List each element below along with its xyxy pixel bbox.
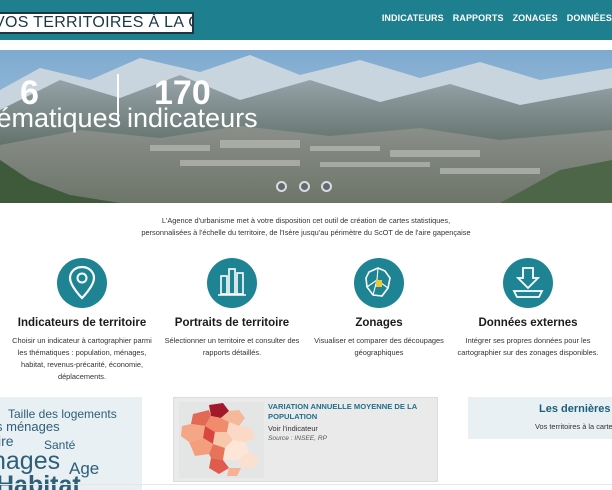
feature-portraits[interactable]: Portraits de territoire Sélectionner un … xyxy=(157,258,307,359)
feature-zonages[interactable]: Zonages Visualiser et comparer des décou… xyxy=(304,258,454,359)
site-logo[interactable]: VOS TERRITOIRES À LA CARTE xyxy=(0,12,194,34)
carousel-dot-2[interactable] xyxy=(299,181,310,192)
feature-icon-circle xyxy=(57,258,107,308)
site-logo-text: VOS TERRITOIRES À LA CARTE xyxy=(0,14,192,31)
theme-word-cloud: Taille des logements s ménages ire Santé… xyxy=(0,397,142,490)
carousel-dot-3[interactable] xyxy=(321,181,332,192)
main-nav: INDICATEURS RAPPORTS ZONAGES DONNÉES xyxy=(382,13,612,23)
nav-zonages[interactable]: ZONAGES xyxy=(513,13,558,23)
latest-news-subtitle[interactable]: Vos territoires à la carte, xyxy=(535,422,612,431)
bottom-divider xyxy=(0,484,612,485)
nav-rapports[interactable]: RAPPORTS xyxy=(453,13,504,23)
featured-indicator-card[interactable]: VARIATION ANNUELLE MOYENNE DE LA POPULAT… xyxy=(173,397,438,482)
nav-indicateurs[interactable]: INDICATEURS xyxy=(382,13,444,23)
feature-icon-circle xyxy=(207,258,257,308)
carousel-dot-1[interactable] xyxy=(276,181,287,192)
cloud-word[interactable]: Habitat xyxy=(0,471,81,490)
hero-stat1-label: thématiques xyxy=(0,103,122,133)
latest-news-title: Les dernières xyxy=(539,403,611,415)
feature-title: Données externes xyxy=(478,317,578,329)
cloud-word[interactable]: s ménages xyxy=(0,419,60,434)
map-zones-icon xyxy=(365,267,391,297)
map-pin-icon xyxy=(68,265,96,300)
feature-desc: Intégrer ses propres données pour les ca… xyxy=(457,336,599,357)
feature-icon-circle xyxy=(503,258,553,308)
feature-title: Indicateurs de territoire xyxy=(17,317,147,329)
indicator-card-title[interactable]: VARIATION ANNUELLE MOYENNE DE LA POPULAT… xyxy=(268,402,433,422)
intro-text: L'Agence d'urbanisme met à votre disposi… xyxy=(120,215,492,239)
hero-separator xyxy=(117,74,119,122)
latest-news-card[interactable]: Les dernières Vos territoires à la carte… xyxy=(468,397,612,439)
header-divider xyxy=(0,40,612,50)
feature-title: Portraits de territoire xyxy=(174,317,290,329)
feature-desc: Sélectionner un territoire et consulter … xyxy=(164,336,300,357)
feature-icon-circle xyxy=(354,258,404,308)
indicator-card-link[interactable]: Voir l'indicateur xyxy=(268,424,318,433)
bar-chart-icon xyxy=(218,268,246,296)
indicator-card-source: Source : INSEE, RP xyxy=(268,435,327,442)
indicator-map-thumbnail xyxy=(179,402,264,478)
upload-data-icon xyxy=(512,267,544,298)
hero-carousel: 6 thématiques 170 indicateurs xyxy=(0,50,612,203)
feature-desc: Visualiser et comparer des découpages gé… xyxy=(314,336,444,357)
feature-indicateurs[interactable]: Indicateurs de territoire Choisir un ind… xyxy=(7,258,157,383)
top-header: VOS TERRITOIRES À LA CARTE INDICATEURS R… xyxy=(0,0,612,40)
intro-line-2: personnalisées à l'échelle du territoire… xyxy=(141,228,471,237)
hero-stat2-label: indicateurs xyxy=(127,103,258,133)
nav-donnees[interactable]: DONNÉES xyxy=(567,13,612,23)
feature-donnees-externes[interactable]: Données externes Intégrer ses propres do… xyxy=(453,258,603,359)
feature-title: Zonages xyxy=(355,317,403,329)
feature-desc: Choisir un indicateur à cartographier pa… xyxy=(12,336,152,381)
intro-line-1: L'Agence d'urbanisme met à votre disposi… xyxy=(161,216,451,225)
choropleth-map-image xyxy=(181,403,259,476)
